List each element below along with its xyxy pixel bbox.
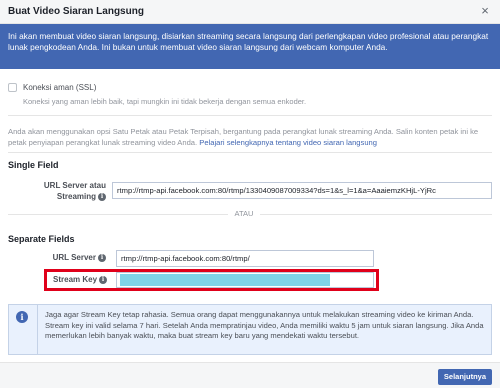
separator-line [260, 214, 492, 215]
ssl-description: Koneksi yang aman lebih baik, tapi mungk… [23, 97, 307, 106]
notice-text: Jaga agar Stream Key tetap rahasia. Semu… [45, 310, 484, 340]
info-banner-text: Ini akan membuat video siaran langsung, … [8, 31, 489, 52]
ssl-checkbox[interactable] [8, 82, 17, 92]
separate-fields-title: Separate Fields [8, 234, 75, 244]
learn-more-link[interactable]: Pelajari selengkapnya tentang video siar… [199, 138, 377, 147]
next-button[interactable]: Selanjutnya [437, 369, 492, 385]
url-server-label: URL Server i [18, 252, 106, 263]
stream-key-masked-value [120, 274, 330, 286]
server-url-label-line2: Streaming [56, 192, 96, 201]
dialog-title: Buat Video Siaran Langsung [8, 6, 144, 17]
stream-url-input[interactable]: rtmp://rtmp-api.facebook.com:80/rtmp/133… [112, 182, 492, 199]
url-server-label-text: URL Server [52, 253, 96, 262]
server-url-label-line1: URL Server atau [43, 181, 106, 190]
stream-description: Anda akan menggunakan opsi Satu Petak at… [8, 127, 496, 148]
ssl-option[interactable]: Koneksi aman (SSL) [8, 81, 96, 93]
separator-line [8, 214, 228, 215]
close-icon[interactable]: × [478, 4, 492, 18]
divider [8, 115, 492, 116]
server-url-label: URL Server atau Streaming i [18, 180, 106, 202]
divider [37, 305, 38, 354]
stream-key-label-text: Stream Key [53, 275, 98, 284]
info-icon: i [16, 311, 28, 323]
or-separator: ATAU [229, 209, 259, 218]
single-field-title: Single Field [8, 160, 59, 170]
dialog-footer: Selanjutnya [0, 362, 500, 388]
info-icon[interactable]: i [98, 253, 106, 262]
info-icon[interactable]: i [99, 275, 108, 284]
stream-key-notice: i Jaga agar Stream Key tetap rahasia. Se… [8, 304, 492, 355]
info-banner: Ini akan membuat video siaran langsung, … [0, 24, 500, 69]
server-url-input[interactable]: rtmp://rtmp-api.facebook.com:80/rtmp/ [116, 250, 374, 267]
ssl-label: Koneksi aman (SSL) [23, 82, 97, 92]
info-icon[interactable]: i [98, 192, 106, 201]
notice-icon-area: i [9, 305, 37, 354]
divider [8, 152, 492, 153]
dialog-header: Buat Video Siaran Langsung × [0, 0, 500, 24]
stream-key-label: Stream Key i [53, 275, 108, 284]
